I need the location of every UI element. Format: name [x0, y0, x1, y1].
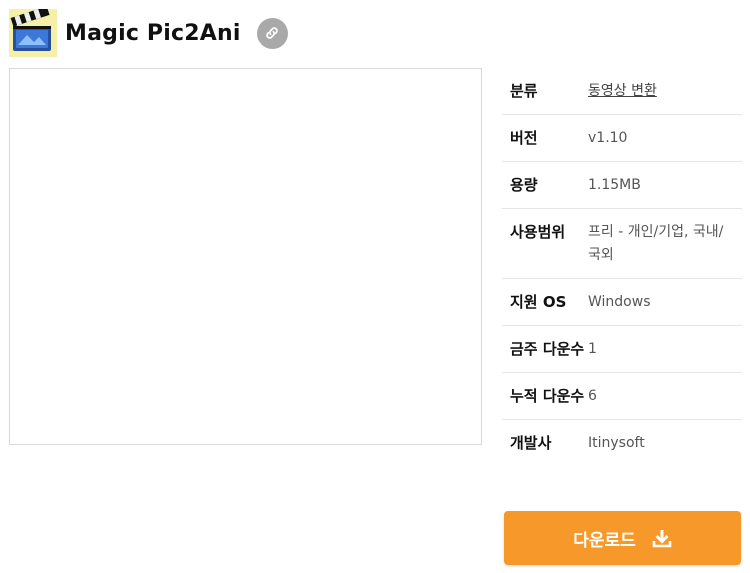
- download-button[interactable]: 다운로드: [504, 511, 741, 565]
- info-value: 1.15MB: [588, 177, 641, 193]
- info-row-license: 사용범위 프리 - 개인/기업, 국내/국외: [502, 209, 742, 279]
- info-label: 금주 다운수: [510, 340, 585, 358]
- info-row-category: 분류 동영상 변환: [502, 68, 742, 115]
- info-row-version: 버전 v1.10: [502, 115, 742, 162]
- link-icon: [266, 27, 278, 39]
- info-value: Windows: [588, 294, 651, 310]
- info-row-developer: 개발사 Itinysoft: [502, 420, 742, 466]
- info-table: 분류 동영상 변환 버전 v1.10 용량 1.15MB 사용범위 프리 - 개…: [502, 68, 742, 466]
- info-label: 분류: [510, 82, 538, 100]
- info-value: Itinysoft: [588, 435, 645, 451]
- info-row-weekly-downloads: 금주 다운수 1: [502, 326, 742, 373]
- info-label: 개발사: [510, 434, 552, 452]
- info-value: v1.10: [588, 130, 628, 146]
- info-value: 프리 - 개인/기업, 국내/국외: [588, 224, 724, 263]
- info-value: 6: [588, 388, 597, 404]
- app-title: Magic Pic2Ani: [65, 20, 241, 46]
- info-row-size: 용량 1.15MB: [502, 162, 742, 209]
- info-label: 사용범위: [510, 223, 566, 241]
- copy-link-button[interactable]: [256, 17, 288, 49]
- info-label: 버전: [510, 129, 538, 147]
- info-label: 용량: [510, 176, 538, 194]
- category-link[interactable]: 동영상 변환: [588, 80, 742, 103]
- info-value: 1: [588, 341, 597, 357]
- screenshot-preview: [9, 68, 482, 445]
- download-label: 다운로드: [573, 530, 636, 551]
- info-row-os: 지원 OS Windows: [502, 279, 742, 326]
- clapperboard-icon: [9, 6, 57, 57]
- info-label: 누적 다운수: [510, 387, 585, 405]
- download-icon: [652, 528, 672, 548]
- app-header: Magic Pic2Ani: [9, 6, 288, 57]
- info-label: 지원 OS: [510, 293, 567, 311]
- info-row-total-downloads: 누적 다운수 6: [502, 373, 742, 420]
